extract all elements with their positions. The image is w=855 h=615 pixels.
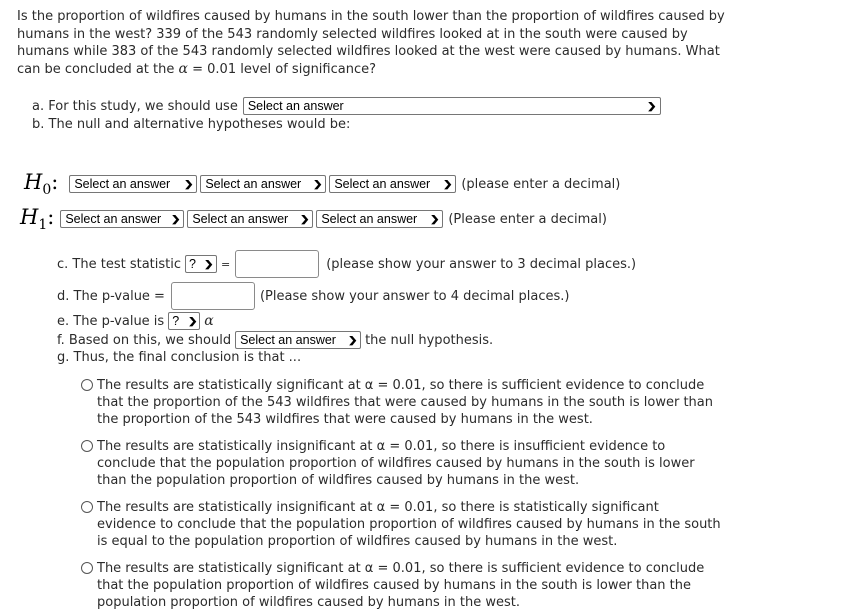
part-e-label: e. The p-value is (57, 313, 165, 329)
conclusion-option[interactable]: The results are statistically significan… (81, 560, 721, 611)
question-significance: = 0.01 level of significance? (192, 61, 377, 77)
select-value: ? (172, 314, 180, 328)
option-text: The results are statistically insignific… (97, 439, 695, 488)
option-text: The results are statistically insignific… (97, 500, 721, 549)
part-f-suffix: the null hypothesis. (365, 332, 494, 348)
radio-button[interactable] (81, 440, 93, 452)
part-d-hint: (Please show your answer to 4 decimal pl… (259, 288, 570, 304)
part-c-row: c. The test statistic ? ❯ = (please show … (57, 250, 636, 278)
decision-select[interactable]: Select an answer ❯ (235, 331, 362, 349)
test-statistic-input[interactable] (235, 250, 320, 278)
part-a-label: a. For this study, we should use (32, 98, 238, 114)
part-b-row: b. The null and alternative hypotheses w… (32, 117, 350, 132)
test-type-select[interactable]: Select an answer ❯ (242, 97, 661, 115)
h1-parameter-select[interactable]: Select an answer ❯ (60, 210, 185, 228)
select-value: Select an answer (247, 99, 344, 113)
conclusion-option[interactable]: The results are statistically insignific… (81, 499, 721, 550)
select-value: Select an answer (240, 333, 336, 347)
alpha-symbol: α (178, 60, 188, 77)
chevron-down-icon: ❯ (187, 315, 198, 326)
h1-label: H1: (20, 205, 55, 233)
question-text: Is the proportion of wildfires caused by… (17, 8, 727, 78)
chevron-down-icon: ❯ (429, 213, 440, 224)
part-f-label: f. Based on this, we should (57, 332, 232, 348)
test-statistic-select[interactable]: ? ❯ (185, 255, 217, 273)
h1-row: H1: Select an answer ❯ Select an answer ❯ … (20, 205, 607, 233)
conclusion-option[interactable]: The results are statistically insignific… (81, 438, 721, 489)
part-c-hint: (please show your answer to 3 decimal pl… (326, 256, 637, 272)
part-d-label: d. The p-value = (57, 288, 165, 304)
part-c-label: c. The test statistic (57, 256, 181, 272)
select-value: ? (189, 257, 196, 271)
radio-button[interactable] (81, 379, 93, 391)
select-value: Select an answer (334, 177, 431, 191)
h0-hint: (please enter a decimal) (461, 176, 621, 192)
chevron-down-icon: ❯ (647, 100, 657, 111)
part-e-row: e. The p-value is ? ❯ α (57, 312, 214, 330)
h1-hint: (Please enter a decimal) (448, 211, 607, 227)
select-value: Select an answer (192, 212, 289, 226)
radio-button[interactable] (81, 562, 93, 574)
select-value: Select an answer (74, 177, 171, 191)
h0-row: H0: Select an answer ❯ Select an answer ❯ … (24, 170, 620, 198)
h1-operator-select[interactable]: Select an answer ❯ (187, 210, 314, 228)
h1-value-select[interactable]: Select an answer ❯ (316, 210, 444, 228)
p-value-input[interactable] (170, 282, 255, 310)
chevron-down-icon: ❯ (442, 178, 453, 189)
select-value: Select an answer (205, 177, 302, 191)
part-d-row: d. The p-value = (Please show your answe… (57, 282, 569, 310)
equals-sign: = (221, 257, 231, 271)
alpha-symbol: α (204, 313, 214, 329)
chevron-down-icon: ❯ (204, 258, 215, 269)
p-value-comparison-select[interactable]: ? ❯ (168, 312, 201, 330)
part-f-row: f. Based on this, we should Select an an… (57, 331, 493, 349)
chevron-down-icon: ❯ (347, 334, 358, 345)
part-g-label: g. Thus, the final conclusion is that ..… (57, 350, 302, 365)
option-text: The results are statistically significan… (97, 378, 713, 427)
chevron-down-icon: ❯ (312, 178, 323, 189)
h0-operator-select[interactable]: Select an answer ❯ (200, 175, 327, 193)
h0-value-select[interactable]: Select an answer ❯ (329, 175, 457, 193)
h0-label: H0: (24, 170, 59, 198)
chevron-down-icon: ❯ (183, 178, 194, 189)
chevron-down-icon: ❯ (299, 213, 310, 224)
radio-button[interactable] (81, 501, 93, 513)
select-value: Select an answer (321, 212, 418, 226)
part-g-row: g. Thus, the final conclusion is that ..… (57, 350, 301, 365)
conclusion-option[interactable]: The results are statistically significan… (81, 377, 721, 428)
option-text: The results are statistically significan… (97, 561, 705, 610)
chevron-down-icon: ❯ (170, 213, 181, 224)
h0-parameter-select[interactable]: Select an answer ❯ (69, 175, 198, 193)
part-b-label: b. The null and alternative hypotheses w… (32, 117, 351, 132)
select-value: Select an answer (65, 212, 162, 226)
part-a-row: a. For this study, we should use Select … (32, 97, 661, 115)
